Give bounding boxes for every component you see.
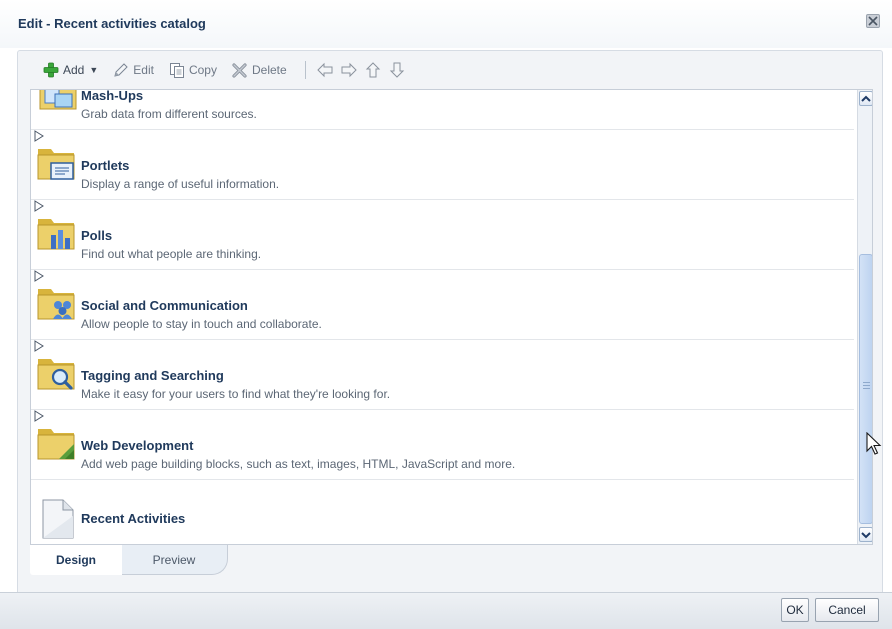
catalog-panel: Add ▼ Edit Copy Delete Mash-Ups Grab dat… <box>17 50 883 610</box>
dialog-footer <box>0 592 892 629</box>
vertical-scrollbar[interactable] <box>857 90 872 544</box>
expand-triangle-icon[interactable] <box>34 340 44 352</box>
dialog-titlebar: Edit - Recent activities catalog <box>0 0 892 48</box>
folder-webdev-icon <box>37 429 75 460</box>
expand-triangle-icon[interactable] <box>34 130 44 142</box>
scrollbar-thumb[interactable] <box>859 254 872 524</box>
delete-button[interactable]: Delete <box>231 61 287 79</box>
folder-portlets-icon <box>37 149 75 180</box>
catalog-item-tagging[interactable]: Tagging and Searching Make it easy for y… <box>31 340 854 410</box>
move-left-arrow-icon[interactable] <box>316 61 334 79</box>
folder-search-icon <box>37 359 75 390</box>
chevron-down-icon: ▼ <box>89 65 99 75</box>
pencil-icon <box>112 61 130 79</box>
add-button[interactable]: Add ▼ <box>42 61 98 79</box>
copy-label: Copy <box>188 63 217 77</box>
catalog-item-portlets[interactable]: Portlets Display a range of useful infor… <box>31 130 854 200</box>
copy-button[interactable]: Copy <box>168 61 217 79</box>
catalog-item-title: Recent Activities <box>81 511 186 526</box>
catalog-item-description: Find out what people are thinking. <box>81 247 262 261</box>
catalog-item-description: Allow people to stay in touch and collab… <box>81 317 322 331</box>
copy-icon <box>168 61 186 79</box>
move-right-arrow-icon[interactable] <box>340 61 358 79</box>
scroll-up-button[interactable] <box>859 91 872 106</box>
folder-social-icon <box>37 289 75 320</box>
edit-label: Edit <box>133 63 154 77</box>
cancel-button[interactable]: Cancel <box>815 598 879 622</box>
catalog-item-title: Social and Communication <box>81 298 248 313</box>
delete-label: Delete <box>251 63 287 77</box>
toolbar-divider <box>304 61 306 79</box>
scroll-down-button[interactable] <box>859 527 872 542</box>
catalog-item-title: Tagging and Searching <box>81 368 224 383</box>
folder-polls-icon <box>37 219 75 250</box>
catalog-item-recent-activities[interactable]: Recent Activities <box>31 480 854 544</box>
catalog-item-description: Add web page building blocks, such as te… <box>81 457 516 471</box>
catalog-item-description: Display a range of useful information. <box>81 177 280 191</box>
catalog-item-description: Grab data from different sources. <box>81 107 257 121</box>
view-tabs: Preview Design <box>30 545 873 577</box>
ok-button[interactable]: OK <box>781 598 809 622</box>
close-icon[interactable] <box>866 14 880 28</box>
expand-triangle-icon[interactable] <box>34 410 44 422</box>
tab-design[interactable]: Design <box>30 545 122 575</box>
catalog-item-social[interactable]: Social and Communication Allow people to… <box>31 270 854 340</box>
catalog-item-polls[interactable]: Polls Find out what people are thinking. <box>31 200 854 270</box>
catalog-item-description: Make it easy for your users to find what… <box>81 387 391 401</box>
plus-icon <box>42 61 60 79</box>
catalog-item-title: Portlets <box>81 158 130 173</box>
catalog-item-title: Web Development <box>81 438 194 453</box>
add-label: Add <box>63 63 85 77</box>
catalog-item-webdev[interactable]: Web Development Add web page building bl… <box>31 410 854 480</box>
scrollbar-grip-icon <box>863 382 870 383</box>
expand-triangle-icon[interactable] <box>34 200 44 212</box>
dialog-title: Edit - Recent activities catalog <box>18 16 206 31</box>
catalog-list-viewport: Mash-Ups Grab data from different source… <box>30 89 873 545</box>
edit-button[interactable]: Edit <box>112 61 154 79</box>
mouse-pointer-icon <box>866 432 882 455</box>
folder-mashups-icon <box>39 90 77 110</box>
catalog-item-title: Polls <box>81 228 113 243</box>
move-up-arrow-icon[interactable] <box>364 61 382 79</box>
tab-preview[interactable]: Preview <box>120 545 228 575</box>
move-down-arrow-icon[interactable] <box>388 61 406 79</box>
catalog-item-mashups[interactable]: Mash-Ups Grab data from different source… <box>31 89 854 130</box>
expand-triangle-icon[interactable] <box>34 270 44 282</box>
toolbar: Add ▼ Edit Copy Delete <box>18 51 882 89</box>
delete-x-icon <box>231 61 249 79</box>
document-icon <box>42 499 74 539</box>
catalog-item-title: Mash-Ups <box>81 89 144 103</box>
